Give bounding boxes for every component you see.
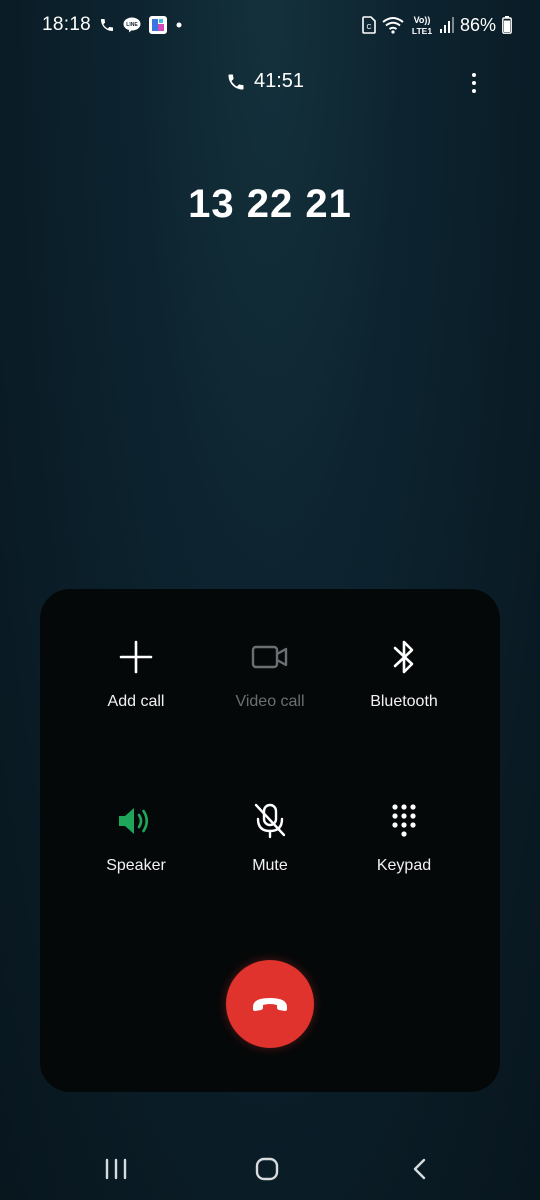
bluetooth-icon [384, 637, 424, 677]
status-left: 18:18 LINE [42, 14, 183, 36]
line-app-icon: LINE [123, 17, 141, 33]
caller-number: 13 22 21 [188, 182, 352, 226]
app-notification-icon [149, 16, 168, 34]
svg-text:Vo)): Vo)) [414, 15, 431, 25]
video-call-button[interactable]: Video call [200, 637, 340, 747]
add-call-button[interactable]: Add call [66, 637, 206, 747]
navigation-bar [0, 1140, 540, 1200]
svg-text:LTE1: LTE1 [412, 26, 432, 36]
speaker-button[interactable]: Speaker [66, 801, 206, 911]
status-right: C Vo)) LTE1 86% [362, 14, 512, 36]
video-camera-icon [250, 637, 290, 677]
signal-icon [439, 17, 454, 33]
battery-icon [502, 16, 512, 34]
back-button[interactable] [399, 1154, 439, 1184]
phone-status-icon [99, 17, 115, 33]
speaker-label: Speaker [106, 857, 166, 874]
mute-label: Mute [252, 857, 288, 874]
mic-off-icon [250, 801, 290, 841]
call-duration: 41:51 [226, 70, 304, 93]
recent-apps-button[interactable] [96, 1154, 136, 1184]
svg-text:C: C [366, 24, 371, 31]
home-icon [255, 1157, 279, 1181]
status-bar: 18:18 LINE C Vo)) LTE1 86% [0, 0, 540, 50]
phone-hangup-icon [253, 998, 287, 1011]
bluetooth-button[interactable]: Bluetooth [334, 637, 474, 747]
add-icon [116, 637, 156, 677]
back-icon [413, 1158, 426, 1180]
wifi-icon [382, 16, 404, 34]
battery-percent: 86% [459, 14, 496, 35]
mute-button[interactable]: Mute [200, 801, 340, 911]
bluetooth-label: Bluetooth [370, 693, 438, 710]
status-time: 18:18 [42, 14, 92, 35]
recent-apps-icon [105, 1158, 127, 1180]
phone-icon [226, 72, 246, 92]
volte-lte-icon: Vo)) LTE1 [410, 14, 434, 36]
home-button[interactable] [247, 1154, 287, 1184]
video-call-label: Video call [235, 693, 305, 710]
notification-dot-icon [175, 21, 183, 29]
in-call-controls-panel: Add call Video call Bluetooth Speaker Mu… [40, 589, 500, 1092]
keypad-label: Keypad [376, 857, 432, 874]
keypad-icon [384, 801, 424, 841]
end-call-button[interactable] [226, 960, 314, 1048]
more-options-button[interactable] [466, 70, 482, 98]
add-call-label: Add call [107, 693, 165, 710]
keypad-button[interactable]: Keypad [334, 801, 474, 911]
more-vertical-icon [472, 73, 476, 93]
speaker-icon [116, 801, 156, 841]
svg-text:LINE: LINE [126, 22, 138, 28]
call-header: 41:51 [0, 70, 540, 98]
sim-card-icon: C [362, 16, 376, 34]
call-duration-text: 41:51 [254, 70, 305, 92]
